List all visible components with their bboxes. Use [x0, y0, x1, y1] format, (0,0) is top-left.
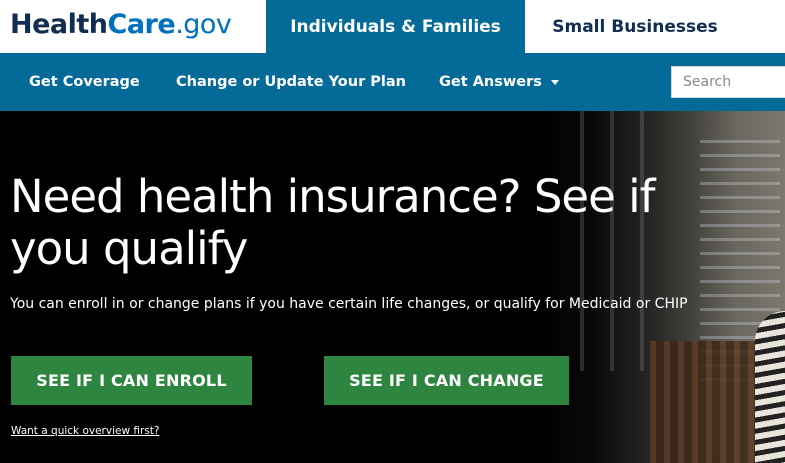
hero-headline: Need health insurance? See if you qualif…	[10, 170, 655, 275]
healthcare-gov-logo[interactable]: HealthCare.gov	[10, 8, 232, 42]
logo-text-care: Care	[107, 9, 176, 40]
logo-text-health: Health	[10, 9, 108, 40]
tab-small-businesses[interactable]: Small Businesses	[525, 0, 745, 53]
see-if-i-can-change-button[interactable]: SEE IF I CAN CHANGE	[324, 356, 569, 405]
see-if-i-can-enroll-button[interactable]: SEE IF I CAN ENROLL	[11, 356, 252, 405]
nav-get-answers[interactable]: Get Answers	[439, 53, 559, 111]
hero-subtext: You can enroll in or change plans if you…	[10, 296, 688, 312]
photo-detail	[755, 311, 785, 463]
nav-change-update-plan[interactable]: Change or Update Your Plan	[176, 53, 406, 111]
nav-get-coverage-label: Get Coverage	[29, 74, 140, 90]
nav-change-update-plan-label: Change or Update Your Plan	[176, 74, 406, 90]
site-header: HealthCare.gov Individuals & Families Sm…	[0, 0, 785, 54]
logo-text-gov: .gov	[175, 9, 232, 40]
chevron-down-icon	[550, 79, 559, 85]
nav-get-coverage[interactable]: Get Coverage	[29, 53, 140, 111]
tab-individuals-families[interactable]: Individuals & Families	[266, 0, 525, 54]
hero-background-photo	[540, 111, 785, 463]
hero-section: Need health insurance? See if you qualif…	[0, 111, 785, 463]
nav-get-answers-label: Get Answers	[439, 74, 542, 90]
search-input[interactable]	[671, 66, 785, 98]
quick-overview-link[interactable]: Want a quick overview first?	[11, 425, 159, 437]
main-nav: Get Coverage Change or Update Your Plan …	[0, 53, 785, 111]
